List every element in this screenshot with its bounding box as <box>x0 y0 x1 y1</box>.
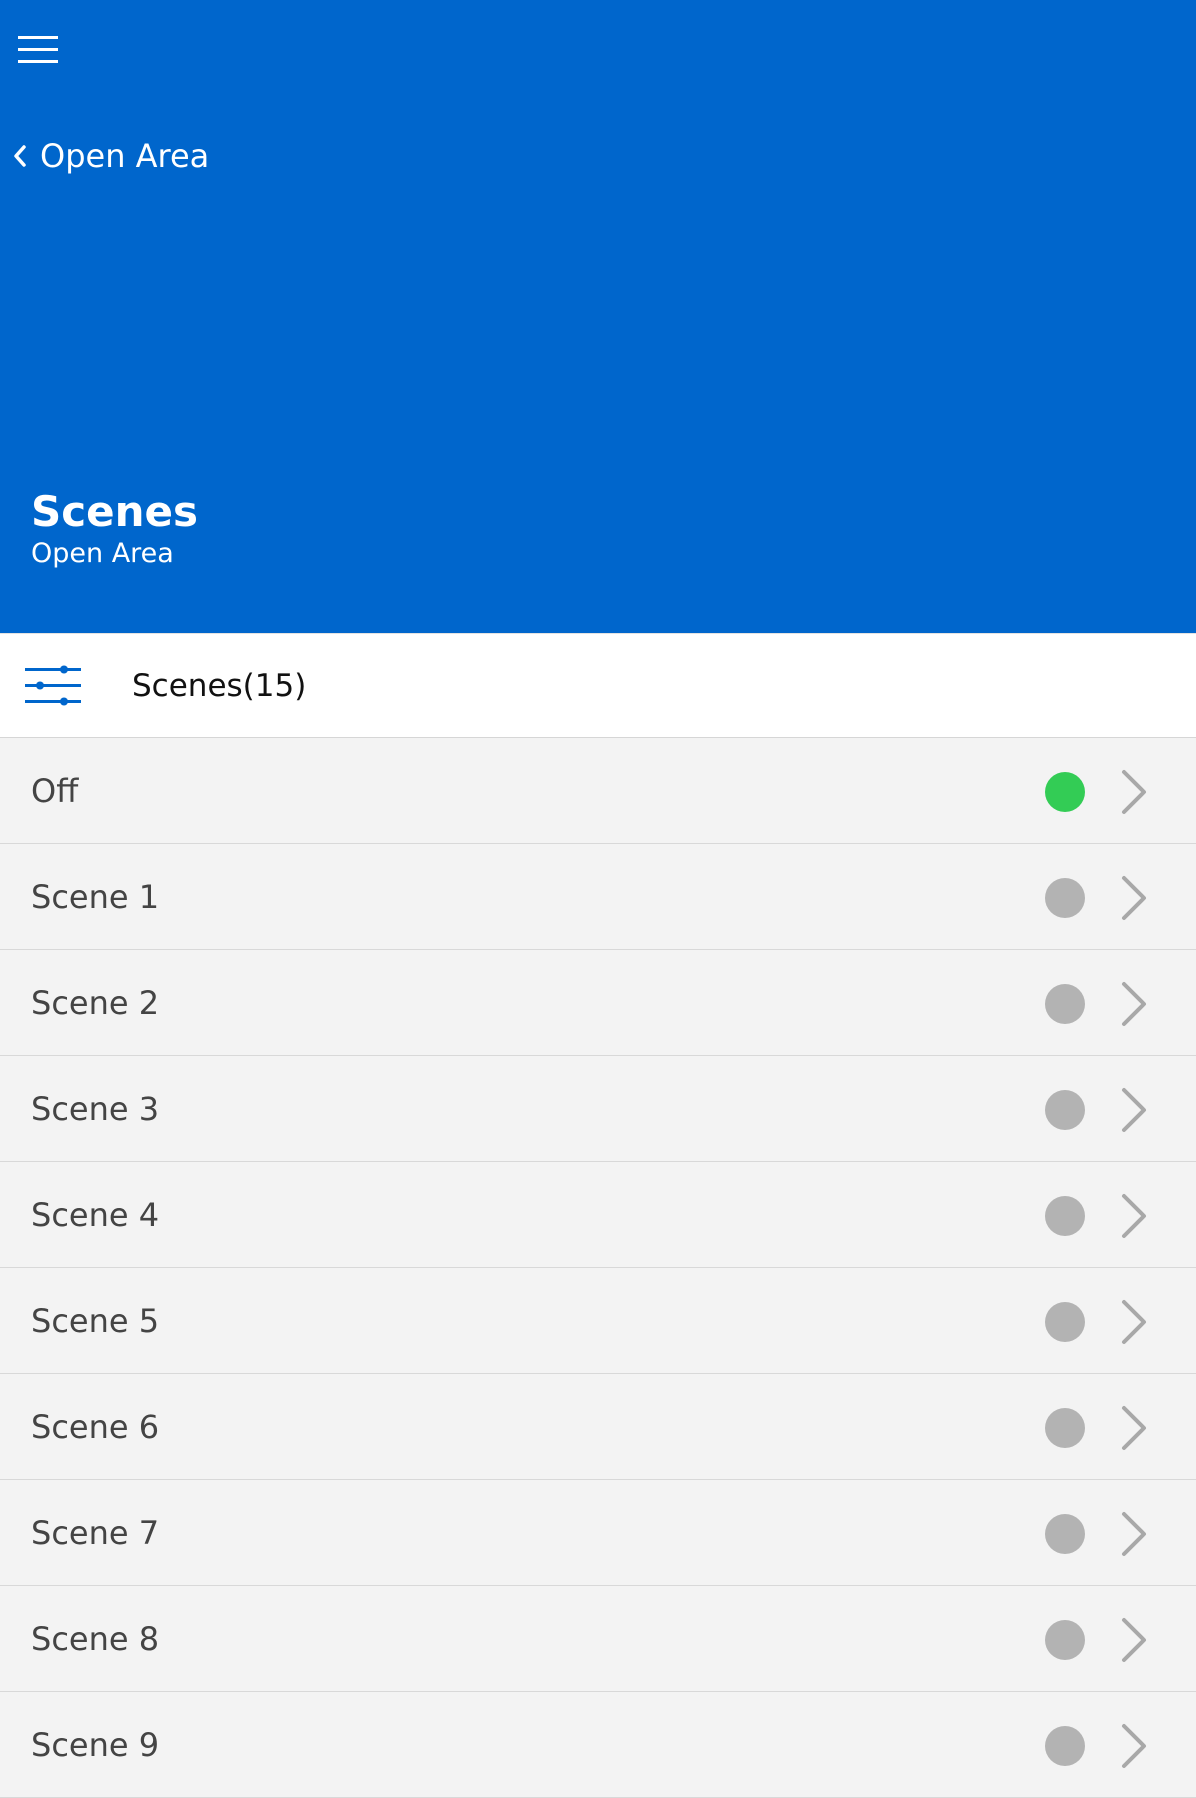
scene-label: Scene 1 <box>31 878 160 916</box>
scene-status-indicator <box>1045 1514 1085 1554</box>
scene-label: Scene 4 <box>31 1196 160 1234</box>
page-title: Scenes <box>31 487 199 536</box>
chevron-right-icon <box>1122 1088 1146 1132</box>
chevron-right-icon <box>1122 1300 1146 1344</box>
scene-row[interactable]: Scene 6 <box>0 1374 1196 1480</box>
hamburger-menu-icon <box>18 36 58 63</box>
scene-count-label: Scenes(15) <box>132 667 307 704</box>
scene-status-indicator <box>1045 1726 1085 1766</box>
scene-row[interactable]: Off <box>0 738 1196 844</box>
chevron-right-icon <box>1122 1512 1146 1556</box>
scene-label: Scene 9 <box>31 1726 160 1764</box>
chevron-right-icon <box>1122 1194 1146 1238</box>
chevron-right-icon <box>1122 1724 1146 1768</box>
scene-status-indicator <box>1045 984 1085 1024</box>
scene-row[interactable]: Scene 9 <box>0 1692 1196 1798</box>
scene-label: Off <box>31 772 79 810</box>
scene-row[interactable]: Scene 2 <box>0 950 1196 1056</box>
scene-status-indicator <box>1045 1408 1085 1448</box>
scene-row[interactable]: Scene 7 <box>0 1480 1196 1586</box>
chevron-right-icon <box>1122 1618 1146 1662</box>
scene-status-indicator <box>1045 1196 1085 1236</box>
page-title-block: Scenes Open Area <box>31 486 198 570</box>
scene-row[interactable]: Scene 3 <box>0 1056 1196 1162</box>
scene-status-indicator <box>1045 878 1085 918</box>
chevron-right-icon <box>1122 1406 1146 1450</box>
app-header: Open Area Scenes Open Area <box>0 0 1196 633</box>
scene-status-indicator <box>1045 1302 1085 1342</box>
scene-label: Scene 3 <box>31 1090 160 1128</box>
chevron-right-icon <box>1122 770 1146 814</box>
scene-status-indicator <box>1045 1090 1085 1130</box>
scene-label: Scene 6 <box>31 1408 160 1446</box>
scene-row[interactable]: Scene 4 <box>0 1162 1196 1268</box>
hamburger-menu-button[interactable] <box>16 32 62 68</box>
scene-row[interactable]: Scene 1 <box>0 844 1196 950</box>
chevron-right-icon <box>1122 982 1146 1026</box>
scene-row[interactable]: Scene 8 <box>0 1586 1196 1692</box>
chevron-right-icon <box>1122 876 1146 920</box>
page-subtitle: Open Area <box>31 538 174 569</box>
scene-list: Off Scene 1 Scene 2 Scene 3 Scene 4 Scene 5 Sc… <box>0 738 1196 1798</box>
filter-bar: Scenes(15) <box>0 633 1196 738</box>
scene-label: Scene 8 <box>31 1620 160 1658</box>
chevron-left-icon <box>14 145 26 167</box>
scene-label: Scene 7 <box>31 1514 160 1552</box>
scene-status-indicator <box>1045 1620 1085 1660</box>
scene-label: Scene 5 <box>31 1302 160 1340</box>
scene-label: Scene 2 <box>31 984 160 1022</box>
scene-row[interactable]: Scene 5 <box>0 1268 1196 1374</box>
back-link[interactable]: Open Area <box>10 134 209 178</box>
sliders-icon[interactable] <box>24 663 82 709</box>
back-link-label: Open Area <box>40 137 210 175</box>
scene-status-indicator <box>1045 772 1085 812</box>
